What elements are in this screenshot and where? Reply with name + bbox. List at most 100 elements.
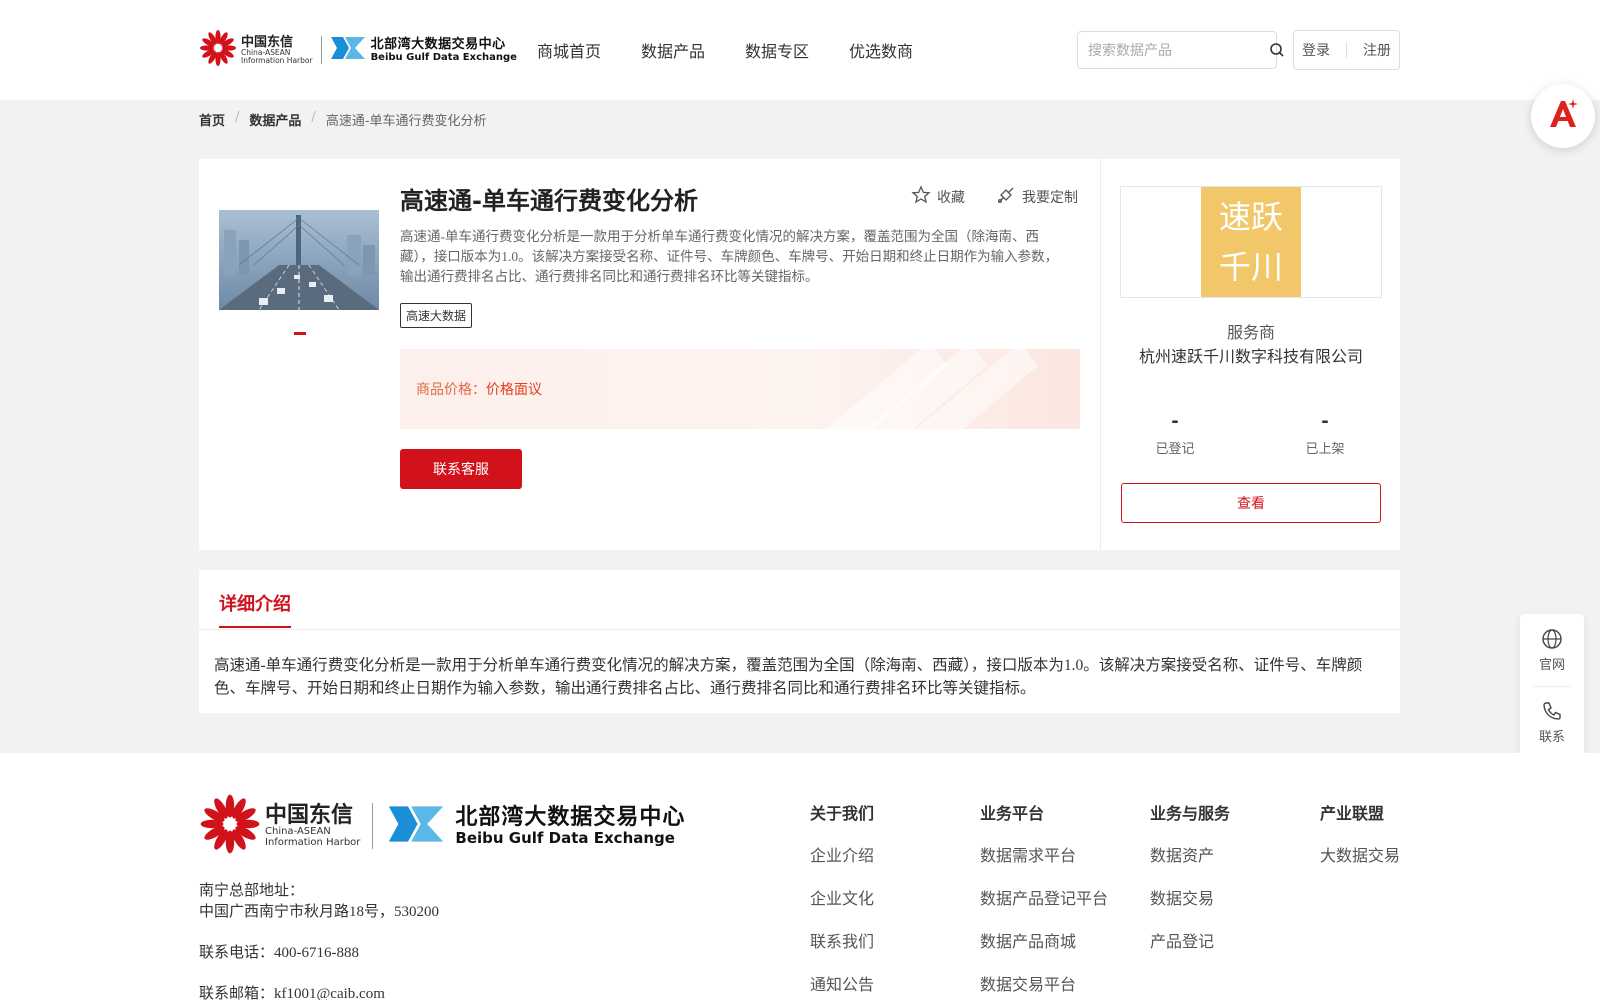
logo-bb-text: 北部湾大数据交易中心 Beibu Gulf Data Exchange xyxy=(371,38,517,63)
breadcrumb-data-products[interactable]: 数据产品 xyxy=(249,110,301,129)
price-line: 商品价格：价格面议 xyxy=(416,379,542,399)
provider-label: 服务商 xyxy=(1226,323,1275,342)
official-site-label: 官网 xyxy=(1538,658,1565,673)
product-image[interactable] xyxy=(219,210,379,310)
breadcrumb-current: 高速通-单车通行费变化分析 xyxy=(325,114,487,129)
footer-col-head: 产业联盟 xyxy=(1320,804,1385,823)
contact-float-button[interactable]: 联系 xyxy=(1520,700,1584,745)
nav-preferred-merchants[interactable]: 优选数商 xyxy=(849,38,913,62)
logo-bb-cn: 北部湾大数据交易中心 xyxy=(370,36,506,52)
breadcrumb-separator: / xyxy=(311,110,316,125)
footer-logo-bb-en: Beibu Gulf Data Exchange xyxy=(455,828,675,847)
register-button[interactable]: 注册 xyxy=(1363,40,1391,60)
nav-data-products[interactable]: 数据产品 xyxy=(641,38,705,62)
nav-data-zone[interactable]: 数据专区 xyxy=(745,38,809,62)
globe-icon xyxy=(1541,629,1563,654)
footer-logo-ca-text: 中国东信 China-ASEAN Information Harbor xyxy=(265,804,360,848)
side-float-divider xyxy=(1532,686,1572,687)
footer-link[interactable]: 企业介绍 xyxy=(810,842,874,866)
footer-address-value: 中国广西南宁市秋月路18号，530200 xyxy=(199,904,440,920)
product-title: 高速通-单车通行费变化分析 xyxy=(400,187,698,215)
contact-float-label: 联系 xyxy=(1538,730,1565,745)
footer-link[interactable]: 数据交易平台 xyxy=(980,971,1108,995)
search-icon[interactable] xyxy=(1269,42,1285,58)
provider-logo-frame: 速跃 千川 xyxy=(1120,186,1382,298)
breadcrumb-separator: / xyxy=(235,110,240,125)
footer-link[interactable]: 企业文化 xyxy=(810,885,874,909)
site-logo[interactable]: 中国东信 China-ASEAN Information Harbor 北部湾大… xyxy=(199,30,517,70)
footer-col-alliance: 产业联盟 大数据交易 xyxy=(1320,800,1400,885)
stat-registered: - 已登记 xyxy=(1115,411,1235,457)
price-value: 价格面议 xyxy=(486,382,542,398)
official-site-button[interactable]: 官网 xyxy=(1520,628,1584,673)
footer-col-head: 业务与服务 xyxy=(1150,804,1231,823)
product-description: 高速通-单车通行费变化分析是一款用于分析单车通行费变化情况的解决方案，覆盖范围为… xyxy=(400,229,1059,284)
product-card: 高速通-单车通行费变化分析 收藏 我要定制 高速通-单车通行费变化分析是一款用于… xyxy=(199,159,1100,550)
footer-link[interactable]: 数据资产 xyxy=(1150,842,1230,866)
search-box xyxy=(1077,31,1284,69)
footer-address: 南宁总部地址： 中国广西南宁市秋月路18号，530200 xyxy=(199,881,439,923)
footer-col-head: 业务平台 xyxy=(980,804,1045,823)
flower-logo-icon xyxy=(199,29,237,71)
footer-col-about: 关于我们 企业介绍 企业文化 联系我们 通知公告 xyxy=(810,800,874,1000)
phone-icon xyxy=(1541,702,1563,726)
search-input[interactable] xyxy=(1088,42,1269,58)
main-nav: 商城首页 数据产品 数据专区 优选数商 xyxy=(537,38,913,62)
ai-assistant-icon xyxy=(1546,97,1580,135)
customize-button[interactable]: 我要定制 xyxy=(996,185,1078,209)
footer-logo-ca-en1: China-ASEAN xyxy=(265,826,331,838)
footer-logo-ca-cn: 中国东信 xyxy=(265,802,354,828)
view-provider-button[interactable]: 查看 xyxy=(1121,483,1381,523)
tab-detail[interactable]: 详细介绍 xyxy=(219,590,291,628)
product-tag: 高速大数据 xyxy=(400,303,473,328)
footer-link[interactable]: 大数据交易 xyxy=(1320,842,1400,866)
favorite-button[interactable]: 收藏 xyxy=(911,185,965,209)
footer-logo-ca-en2: Information Harbor xyxy=(265,836,361,848)
stat-listed: - 已上架 xyxy=(1265,411,1385,457)
customize-icon xyxy=(996,185,1016,209)
auth-buttons: 登录 注册 xyxy=(1293,30,1400,70)
site-footer: 中国东信 China-ASEAN Information Harbor 北部湾大… xyxy=(0,753,1600,1000)
footer-link[interactable]: 通知公告 xyxy=(810,971,874,995)
side-float-panel: 官网 联系 xyxy=(1520,614,1584,759)
auth-divider xyxy=(1346,42,1347,58)
price-label: 商品价格： xyxy=(416,382,486,398)
footer-col-platform: 业务平台 数据需求平台 数据产品登记平台 数据产品商城 数据交易平台 xyxy=(980,800,1108,1000)
footer-link[interactable]: 数据产品登记平台 xyxy=(980,885,1108,909)
flower-logo-icon xyxy=(199,793,261,859)
footer-logo-bb-text: 北部湾大数据交易中心 Beibu Gulf Data Exchange xyxy=(455,805,685,847)
login-button[interactable]: 登录 xyxy=(1302,40,1330,60)
footer-link[interactable]: 数据交易 xyxy=(1150,885,1230,909)
logo-bb-en: Beibu Gulf Data Exchange xyxy=(370,51,517,63)
provider-logo: 速跃 千川 xyxy=(1201,187,1301,297)
stat-listed-value: - xyxy=(1321,411,1329,432)
carousel-indicator[interactable] xyxy=(294,332,306,335)
footer-link[interactable]: 产品登记 xyxy=(1150,928,1230,952)
footer-address-label: 南宁总部地址： xyxy=(199,883,305,899)
provider-logo-line1: 速跃 xyxy=(1218,198,1283,236)
detail-divider xyxy=(199,629,1400,630)
provider-logo-line2: 千川 xyxy=(1218,248,1283,286)
logo-ca-text: 中国东信 China-ASEAN Information Harbor xyxy=(241,36,313,64)
contact-service-button[interactable]: 联系客服 xyxy=(400,449,522,489)
breadcrumb: 首页 / 数据产品 / 高速通-单车通行费变化分析 xyxy=(199,110,487,129)
detail-section: 详细介绍 高速通-单车通行费变化分析是一款用于分析单车通行费变化情况的解决方案，… xyxy=(199,570,1400,713)
footer-logo: 中国东信 China-ASEAN Information Harbor 北部湾大… xyxy=(199,793,685,859)
footer-logo-divider xyxy=(372,803,374,849)
nav-mall-home[interactable]: 商城首页 xyxy=(537,38,601,62)
breadcrumb-home[interactable]: 首页 xyxy=(199,110,225,129)
footer-email: 联系邮箱：kf1001@caib.com xyxy=(199,986,385,1000)
stat-registered-value: - xyxy=(1171,411,1179,432)
favorite-label: 收藏 xyxy=(937,190,965,206)
footer-col-services: 业务与服务 数据资产 数据交易 产品登记 xyxy=(1150,800,1230,971)
detail-text: 高速通-单车通行费变化分析是一款用于分析单车通行费变化情况的解决方案，覆盖范围为… xyxy=(214,657,1363,697)
footer-link[interactable]: 数据需求平台 xyxy=(980,842,1108,866)
provider-card: 速跃 千川 服务商 杭州速跃千川数字科技有限公司 - 已登记 - 已上架 查看 xyxy=(1100,159,1400,550)
footer-link[interactable]: 数据产品商城 xyxy=(980,928,1108,952)
footer-col-head: 关于我们 xyxy=(810,804,875,823)
bbd-logo-icon xyxy=(385,800,447,852)
price-box: 商品价格：价格面议 xyxy=(400,349,1080,429)
footer-link[interactable]: 联系我们 xyxy=(810,928,874,952)
ai-assistant-button[interactable] xyxy=(1531,84,1595,148)
bbd-logo-icon xyxy=(329,33,367,67)
